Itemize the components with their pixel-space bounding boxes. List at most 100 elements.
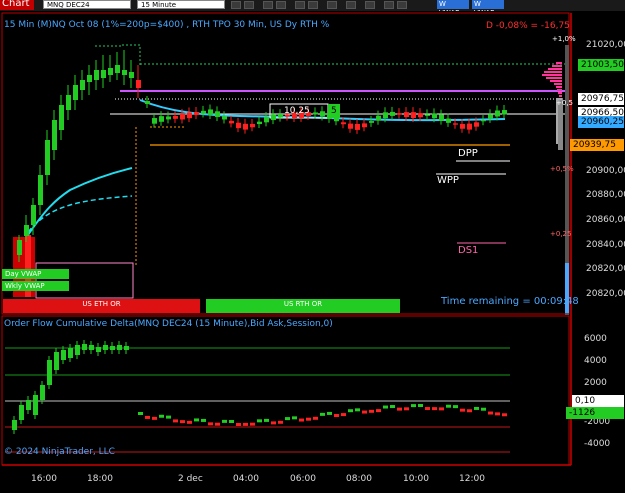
- price-candle: [201, 110, 206, 114]
- delta-candle: [404, 407, 409, 411]
- price-candle: [108, 68, 113, 75]
- rth-or-bar: US RTH OR: [206, 299, 400, 313]
- delta-candle: [376, 409, 381, 413]
- price-candle: [411, 112, 416, 119]
- price-candle: [439, 114, 444, 121]
- delta-candle: [467, 409, 472, 413]
- delta-candle: [68, 348, 73, 358]
- price-candle: [187, 112, 192, 119]
- price-candle: [52, 120, 57, 150]
- price-candle: [145, 101, 150, 104]
- delta-candle: [334, 414, 339, 418]
- price-candle: [481, 120, 486, 122]
- delta-candle: [40, 385, 45, 400]
- range-box-label: 10,25: [284, 106, 310, 116]
- pct-label: +1,0%: [552, 35, 576, 43]
- delta-tick: -4000: [584, 439, 611, 449]
- price-candle: [432, 113, 437, 119]
- orderflow-panel-title: Order Flow Cumulative Delta(MNQ DEC24 (1…: [4, 319, 333, 329]
- pct-label: +0,5%: [550, 165, 574, 173]
- chart-canvas[interactable]: [0, 0, 625, 493]
- delta-candle: [54, 352, 59, 370]
- time-tick: 12:00: [459, 474, 485, 484]
- delta-candle: [383, 405, 388, 409]
- price-tag-blue: 20960,25: [578, 116, 624, 128]
- price-candle: [250, 123, 255, 128]
- delta-candle: [236, 422, 241, 426]
- delta-candle: [453, 405, 458, 409]
- delta-candle: [292, 416, 297, 420]
- delta-candle: [299, 418, 304, 422]
- price-candle: [425, 114, 430, 116]
- delta-candle: [229, 419, 234, 423]
- delta-candle: [285, 417, 290, 421]
- delta-candle: [264, 418, 269, 422]
- delta-candle: [439, 407, 444, 411]
- price-candle: [502, 110, 507, 115]
- delta-candle: [82, 344, 87, 350]
- cumulative-delta-candles: [12, 340, 507, 434]
- delta-candle: [425, 407, 430, 411]
- price-candle: [17, 240, 22, 255]
- delta-tick: 2000: [584, 378, 607, 388]
- price-candles: [17, 50, 507, 262]
- profile-bar: [548, 68, 562, 70]
- price-tag-orange: 20939,75: [570, 139, 624, 151]
- delta-candle: [327, 411, 332, 415]
- price-candle: [271, 114, 276, 121]
- price-candle: [278, 114, 283, 118]
- delta-candle: [348, 409, 353, 413]
- delta-candle: [124, 346, 129, 350]
- price-candle: [488, 114, 493, 119]
- price-tag-green: 21003,50: [578, 59, 624, 71]
- price-candle: [38, 175, 43, 205]
- price-candle: [236, 122, 241, 129]
- price-panel-border: [1, 12, 570, 315]
- delta-candle: [47, 360, 52, 385]
- price-candle: [467, 123, 472, 130]
- delta-tag-green: -1126: [566, 407, 624, 419]
- pct-label: +0,25: [550, 230, 572, 238]
- time-tick: 2 dec: [178, 474, 203, 484]
- price-panel-title: 15 Min (M)NQ Oct 08 (1%=200p=$400) , RTH…: [4, 20, 330, 30]
- delta-candle: [320, 412, 325, 416]
- price-candle: [446, 118, 451, 123]
- delta-candle: [152, 416, 157, 420]
- delta-candle: [117, 345, 122, 350]
- delta-tick: 4000: [584, 356, 607, 366]
- profile-bar: [550, 80, 562, 82]
- delta-candle: [502, 413, 507, 417]
- price-candle: [101, 70, 106, 78]
- price-candle: [94, 70, 99, 80]
- price-candle: [341, 122, 346, 125]
- delta-candle: [369, 409, 374, 413]
- pct-label: +0,5: [556, 99, 573, 107]
- delta-candle: [187, 420, 192, 424]
- delta-candle: [432, 407, 437, 411]
- delta-candle: [96, 347, 101, 352]
- delta-candle: [418, 404, 423, 408]
- price-candle: [264, 116, 269, 123]
- price-candle: [122, 70, 127, 75]
- delta-candle: [355, 408, 360, 412]
- delta-candle: [208, 422, 213, 426]
- delta-candle: [166, 415, 171, 419]
- price-candle: [87, 75, 92, 82]
- price-candle: [180, 113, 185, 120]
- delta-candle: [495, 412, 500, 416]
- time-tick: 06:00: [290, 474, 316, 484]
- price-candle: [376, 115, 381, 121]
- price-candle: [66, 95, 71, 110]
- delta-candle: [12, 420, 17, 430]
- daily-change-text: D -0,08% = -16,75: [486, 21, 570, 31]
- price-candle: [208, 109, 213, 115]
- price-tick: 20820,00: [586, 264, 625, 274]
- delta-candle: [145, 415, 150, 419]
- delta-tick: 6000: [584, 334, 607, 344]
- price-candle: [495, 110, 500, 117]
- delta-candle: [138, 412, 143, 415]
- delta-tag-white: 0,10: [572, 395, 624, 407]
- delta-candle: [159, 414, 164, 418]
- price-candle: [229, 120, 234, 124]
- price-candle: [45, 140, 50, 175]
